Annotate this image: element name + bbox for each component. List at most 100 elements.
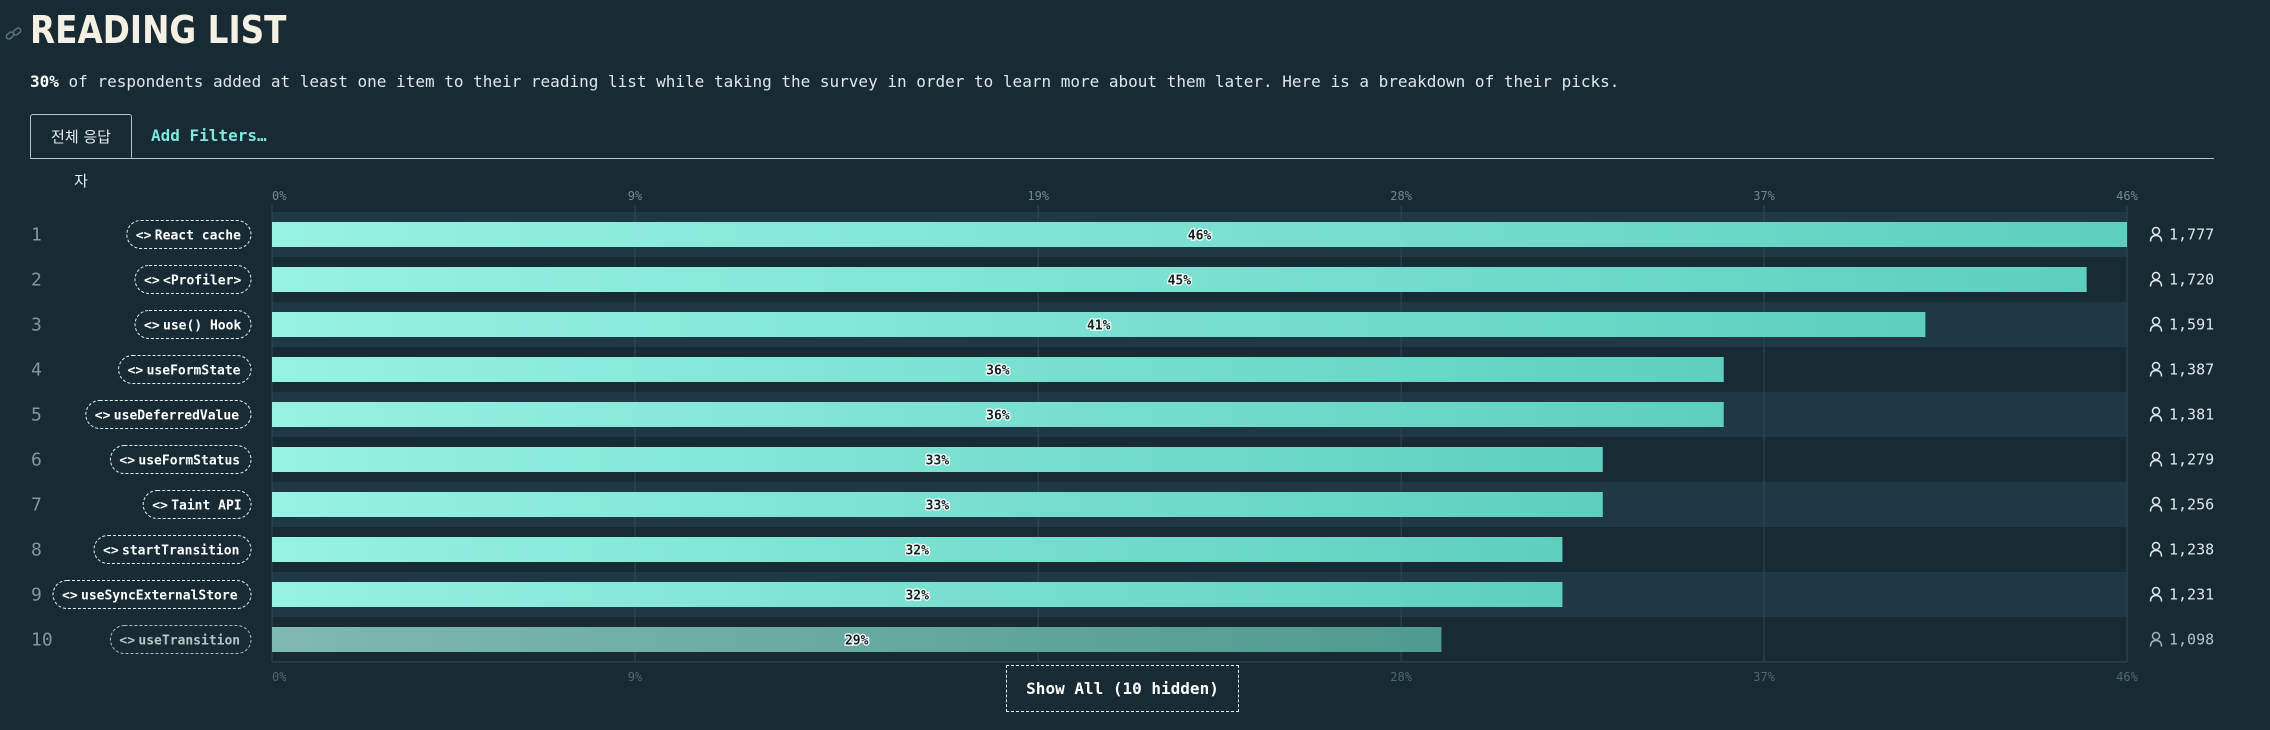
code-icon: <>: [144, 319, 160, 334]
respondent-count: 1,279: [2169, 451, 2214, 469]
respondent-count: 1,256: [2169, 496, 2214, 514]
code-icon: <>: [144, 274, 160, 289]
bar-value-label: 46%: [1188, 229, 1212, 244]
bar-value-label: 33%: [926, 499, 950, 514]
chart-row: 1 <> React cache 46% 1,777: [31, 220, 2214, 249]
person-icon-body: [2149, 234, 2163, 242]
person-icon: [2149, 271, 2163, 287]
person-icon-head: [2151, 451, 2161, 461]
tick-label-bottom: 9%: [628, 670, 643, 684]
respondent-count: 1,381: [2169, 406, 2214, 424]
rank-number: 7: [31, 495, 42, 516]
category-label: use() Hook: [163, 319, 241, 334]
category-label: Taint API: [171, 499, 241, 514]
respondent-count: 1,231: [2169, 586, 2214, 604]
tick-label-top: 46%: [2116, 189, 2138, 203]
person-icon-head: [2151, 361, 2161, 371]
rank-number: 4: [31, 360, 42, 381]
tick-label-top: 28%: [1390, 189, 1412, 203]
person-icon: [2149, 586, 2163, 602]
chart-row: 2 <> <Profiler> 45% 1,720: [31, 265, 2214, 294]
tick-label-bottom: 0%: [272, 670, 287, 684]
bar-value-label: 45%: [1168, 274, 1192, 289]
rank-number: 8: [31, 540, 42, 561]
category-label: useFormStatus: [138, 454, 240, 469]
person-icon-body: [2149, 459, 2163, 467]
person-icon-body: [2149, 639, 2163, 647]
rank-number: 3: [31, 315, 42, 336]
code-icon: <>: [62, 589, 78, 604]
category-label: useDeferredValue: [114, 409, 239, 424]
tick-label-top: 9%: [628, 189, 643, 203]
code-icon: <>: [103, 544, 119, 559]
bar-value-label: 32%: [905, 544, 929, 559]
code-icon: <>: [136, 229, 152, 244]
tick-label-bottom: 28%: [1390, 670, 1412, 684]
tick-label-top: 19%: [1027, 189, 1049, 203]
rank-number: 5: [31, 405, 42, 426]
person-icon-body: [2149, 279, 2163, 287]
person-icon-head: [2151, 586, 2161, 596]
rank-number: 6: [31, 450, 42, 471]
respondent-count: 1,720: [2169, 271, 2214, 289]
chart-row: 4 <> useFormState 36% 1,387: [31, 355, 2214, 384]
person-icon: [2149, 496, 2163, 512]
bar-value-label: 32%: [905, 589, 929, 604]
chart-row: 3 <> use() Hook 41% 1,591: [31, 310, 2214, 339]
person-icon: [2149, 406, 2163, 422]
category-label: <Profiler>: [163, 274, 241, 289]
respondent-count: 1,387: [2169, 361, 2214, 379]
person-icon-head: [2151, 316, 2161, 326]
respondent-count: 1,591: [2169, 316, 2214, 334]
person-icon-body: [2149, 549, 2163, 557]
person-icon-head: [2151, 226, 2161, 236]
person-icon-body: [2149, 414, 2163, 422]
category-label: React cache: [155, 229, 241, 244]
rank-number: 10: [31, 630, 53, 651]
person-icon-head: [2151, 541, 2161, 551]
chart-row: 8 <> startTransition 32% 1,238: [31, 535, 2214, 564]
rank-number: 2: [31, 270, 42, 291]
respondent-count: 1,238: [2169, 541, 2214, 559]
person-icon: [2149, 226, 2163, 242]
person-icon: [2149, 316, 2163, 332]
code-icon: <>: [152, 499, 168, 514]
person-icon: [2149, 361, 2163, 377]
rank-number: 9: [31, 585, 42, 606]
person-icon-body: [2149, 369, 2163, 377]
respondent-count: 1,777: [2169, 226, 2214, 244]
category-label: useSyncExternalStore: [81, 589, 238, 604]
person-icon: [2149, 541, 2163, 557]
person-icon-head: [2151, 406, 2161, 416]
person-icon-head: [2151, 271, 2161, 281]
code-icon: <>: [128, 364, 144, 379]
code-icon: <>: [95, 409, 111, 424]
category-label: useTransition: [138, 634, 240, 649]
bar-value-label: 29%: [845, 634, 869, 649]
person-icon-body: [2149, 324, 2163, 332]
person-icon-head: [2151, 496, 2161, 506]
tick-label-bottom: 46%: [2116, 670, 2138, 684]
code-icon: <>: [119, 634, 135, 649]
code-icon: <>: [119, 454, 135, 469]
category-label: startTransition: [122, 544, 239, 559]
reading-list-chart: 0%0%9%9%19%19%28%28%37%37%46%46% 1<>Reac…: [31, 189, 2214, 684]
person-icon: [2149, 451, 2163, 467]
chart-row: 10 <> useTransition 29% 1,098: [31, 625, 2214, 654]
respondent-count: 1,098: [2169, 631, 2214, 649]
person-icon-body: [2149, 594, 2163, 602]
chart-row: 6 <> useFormStatus 33% 1,279: [31, 445, 2214, 474]
person-icon: [2149, 631, 2163, 647]
person-icon-body: [2149, 504, 2163, 512]
bar-value-label: 41%: [1087, 319, 1111, 334]
category-label: useFormState: [147, 364, 241, 379]
tick-label-top: 0%: [272, 189, 287, 203]
bar-value-label: 36%: [986, 409, 1010, 424]
bar-value-label: 36%: [986, 364, 1010, 379]
bar-value-label: 33%: [926, 454, 950, 469]
show-all-button[interactable]: Show All (10 hidden): [1006, 665, 1239, 712]
person-icon-head: [2151, 631, 2161, 641]
tick-label-bottom: 37%: [1753, 670, 1775, 684]
tick-label-top: 37%: [1753, 189, 1775, 203]
rank-number: 1: [31, 225, 42, 246]
